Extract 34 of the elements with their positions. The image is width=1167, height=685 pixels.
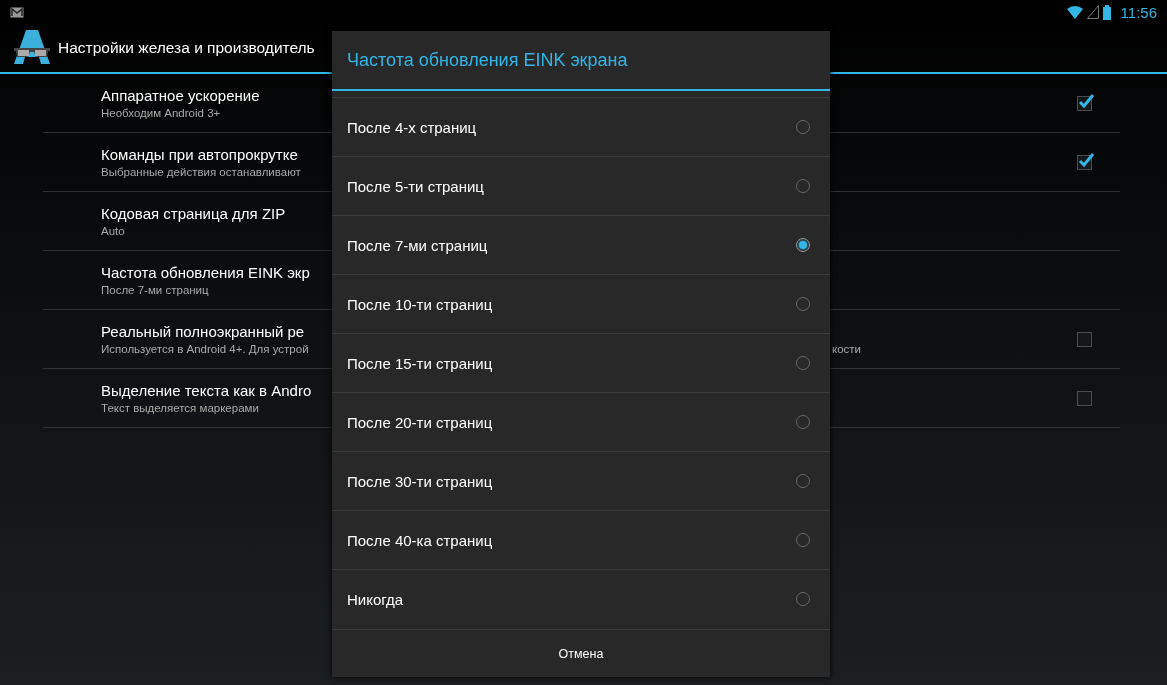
setting-title[interactable]: Реальный полноэкранный ре	[101, 323, 305, 340]
setting-summary: Auto	[101, 225, 125, 237]
setting-title[interactable]: Выделение текста как в Andro	[101, 382, 312, 399]
radio-option[interactable]: После 5-ти страниц	[332, 156, 830, 215]
dialog-title: Частота обновления EINK экрана	[332, 31, 830, 91]
radio-option[interactable]: После 4-х страниц	[332, 97, 830, 156]
setting-title[interactable]: Частота обновления EINK экр	[101, 264, 310, 281]
mail-icon[interactable]	[10, 6, 24, 18]
battery-icon	[1102, 4, 1111, 20]
wifi-icon	[1066, 5, 1083, 19]
clock-time: 11:56	[1120, 3, 1157, 21]
radio-option[interactable]: После 20-ти страниц	[332, 392, 830, 451]
setting-summary: кости	[832, 343, 861, 355]
setting-title[interactable]: Кодовая страница для ZIP	[101, 205, 286, 222]
checkbox[interactable]	[1077, 331, 1092, 347]
setting-summary: Необходим Android 3+	[101, 107, 221, 119]
setting-summary: Используется в Android 4+. Для устрой	[101, 343, 310, 355]
radio-option[interactable]: После 40-ка страниц	[332, 510, 830, 569]
signal-icon	[1086, 5, 1099, 19]
radio-option[interactable]: После 10-ти страниц	[332, 274, 830, 333]
setting-title[interactable]: Аппаратное ускорение	[101, 87, 260, 104]
checkbox[interactable]	[1077, 95, 1092, 111]
radio-option[interactable]: После 7-ми страниц	[332, 215, 830, 274]
radio-option[interactable]: После 30-ти страниц	[332, 451, 830, 510]
setting-summary: Текст выделяется маркерами	[101, 402, 259, 414]
checkbox[interactable]	[1077, 390, 1092, 406]
setting-summary: Выбранные действия останавливают	[101, 166, 301, 178]
setting-summary: После 7-ми страниц	[101, 284, 209, 296]
screen-title: Настройки железа и производитель	[58, 39, 315, 57]
cancel-button[interactable]: Отмена	[332, 630, 830, 677]
checkbox[interactable]	[1077, 154, 1092, 170]
radio-option[interactable]: После 15-ти страниц	[332, 333, 830, 392]
radio-option[interactable]: Никогда	[332, 569, 830, 628]
setting-title[interactable]: Команды при автопрокрутке	[101, 146, 298, 163]
